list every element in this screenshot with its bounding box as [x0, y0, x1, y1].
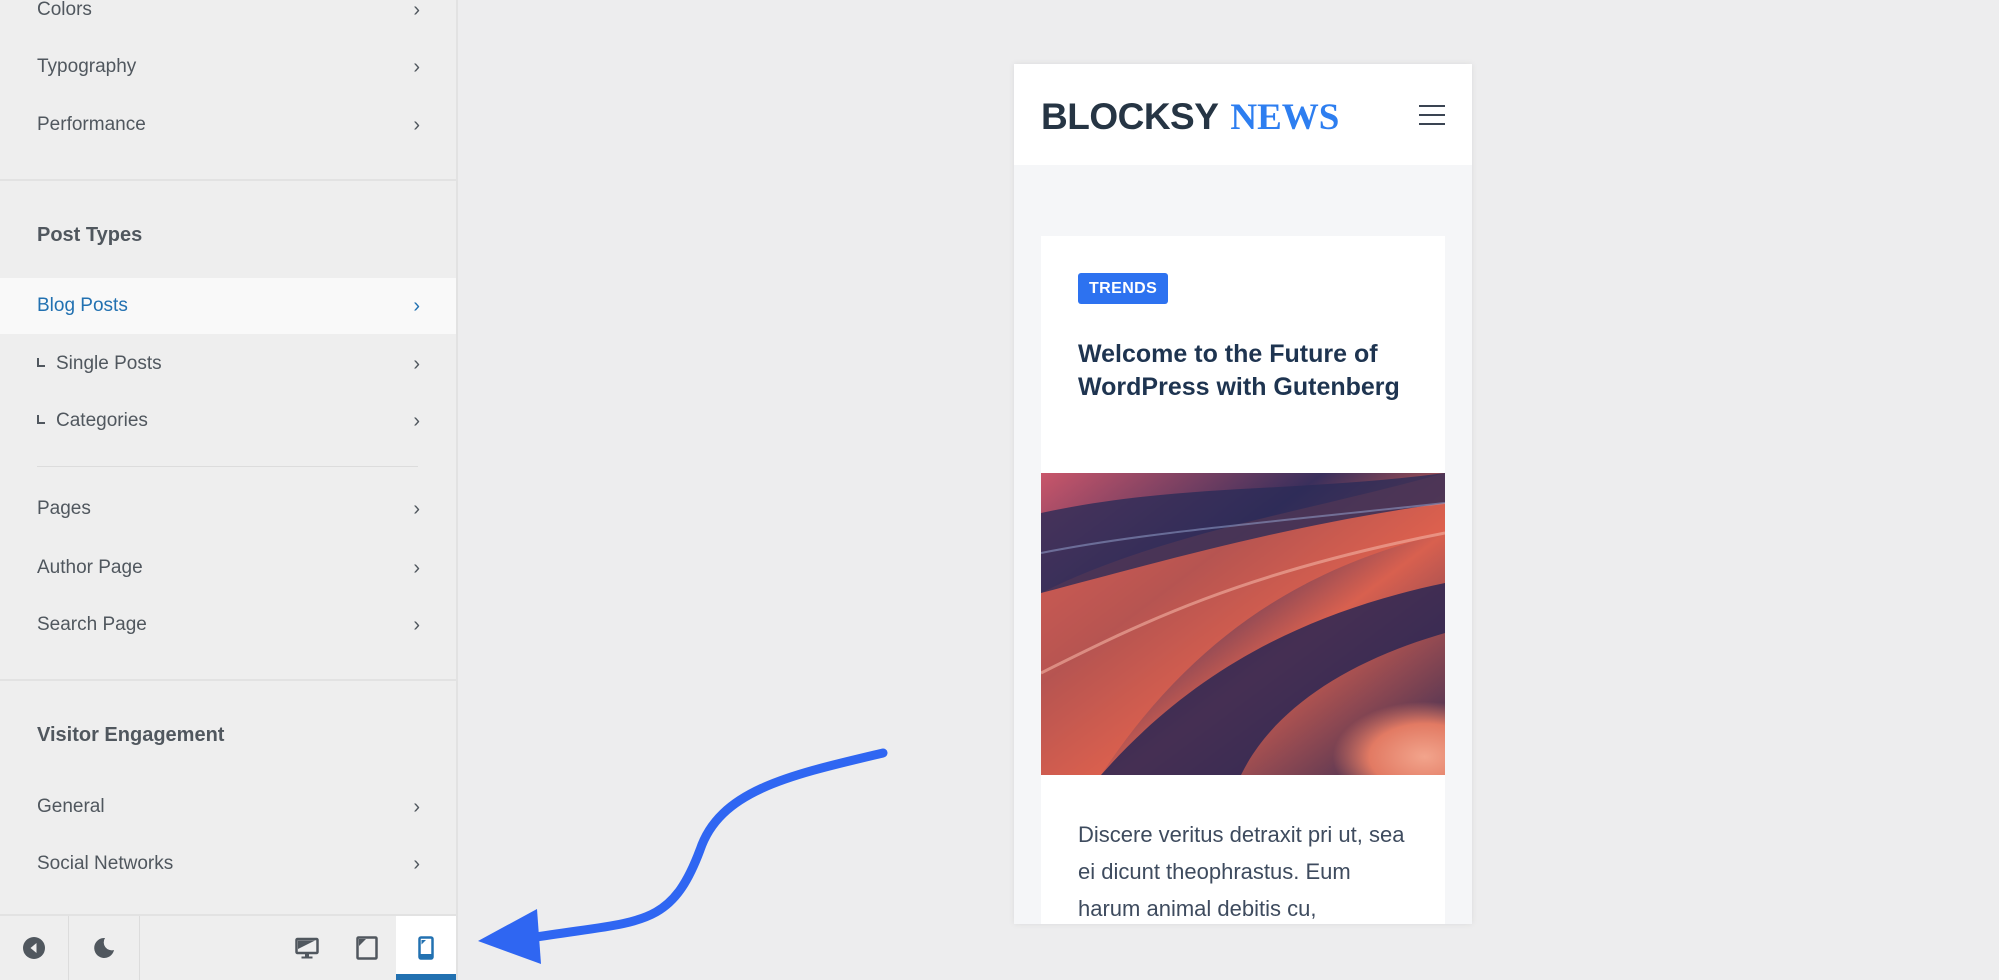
- dark-mode-button[interactable]: [69, 916, 139, 980]
- sidebar-item-colors[interactable]: Colors ›: [0, 0, 456, 38]
- chevron-right-icon: ›: [413, 852, 420, 875]
- menu-icon-line: [1419, 105, 1445, 107]
- chevron-right-icon: ›: [413, 352, 420, 375]
- section-divider: [0, 679, 456, 681]
- sidebar-item-typography[interactable]: Typography ›: [0, 39, 456, 95]
- customizer-footer: [0, 914, 456, 980]
- chevron-right-icon: ›: [413, 795, 420, 818]
- mobile-menu-button[interactable]: [1419, 105, 1445, 125]
- chevron-right-icon: ›: [413, 0, 420, 21]
- sidebar-item-general[interactable]: General ›: [0, 779, 456, 835]
- sidebar-item-label: Pages: [37, 498, 91, 519]
- sidebar-item-label: Search Page: [37, 614, 147, 635]
- sidebar-item-author-page[interactable]: Author Page ›: [0, 540, 456, 596]
- sidebar-item-label: Typography: [37, 56, 137, 77]
- site-header: BLOCKSY NEWS: [1014, 64, 1472, 165]
- chevron-right-icon: ›: [413, 497, 420, 520]
- sidebar-item-label: Single Posts: [56, 353, 162, 374]
- tablet-icon: [356, 936, 378, 960]
- desktop-preview-button[interactable]: [286, 916, 328, 980]
- footer-divider: [139, 916, 140, 980]
- active-device-indicator: [396, 974, 456, 980]
- chevron-right-icon: ›: [413, 613, 420, 636]
- sidebar-item-label: Colors: [37, 0, 92, 20]
- mobile-icon: [418, 936, 434, 960]
- menu-icon-line: [1419, 114, 1445, 116]
- site-preview-mobile: BLOCKSY NEWS TRENDS Welcome to the Future…: [1014, 64, 1472, 924]
- sidebar-item-performance[interactable]: Performance ›: [0, 97, 456, 153]
- sidebar-item-label: Categories: [56, 410, 148, 431]
- sidebar-item-categories[interactable]: Categories ›: [0, 393, 456, 449]
- sidebar-item-label: Blog Posts: [37, 295, 128, 316]
- chevron-right-icon: ›: [413, 113, 420, 136]
- logo-primary: BLOCKSY: [1041, 96, 1219, 137]
- chevron-right-icon: ›: [413, 409, 420, 432]
- section-title-post-types: Post Types: [37, 224, 143, 246]
- chevron-right-icon: ›: [413, 55, 420, 78]
- sidebar-item-social-networks[interactable]: Social Networks ›: [0, 836, 456, 892]
- sidebar-item-label: Social Networks: [37, 853, 174, 874]
- tablet-preview-button[interactable]: [346, 916, 388, 980]
- back-icon: [23, 937, 45, 959]
- logo-secondary: NEWS: [1230, 97, 1340, 138]
- site-logo[interactable]: BLOCKSY NEWS: [1041, 98, 1339, 136]
- mobile-preview-button[interactable]: [396, 916, 456, 980]
- category-badge[interactable]: TRENDS: [1078, 273, 1169, 304]
- section-title-visitor-engagement: Visitor Engagement: [37, 724, 225, 746]
- subitem-corner-icon: [37, 358, 45, 367]
- menu-icon-line: [1419, 123, 1445, 125]
- sidebar-item-label: General: [37, 796, 105, 817]
- sidebar-item-blog-posts[interactable]: Blog Posts ›: [0, 278, 456, 334]
- sidebar-item-search-page[interactable]: Search Page ›: [0, 597, 456, 653]
- sidebar-item-label: Performance: [37, 114, 146, 135]
- collapse-sidebar-button[interactable]: [0, 916, 68, 980]
- post-excerpt: Discere veritus detraxit pri ut, sea ei …: [1078, 822, 1405, 921]
- chevron-right-icon: ›: [413, 294, 420, 317]
- post-featured-image[interactable]: [1041, 473, 1445, 775]
- annotation-arrow-icon: [478, 748, 888, 964]
- sidebar-item-pages[interactable]: Pages ›: [0, 481, 456, 537]
- abstract-paint-image: [1041, 473, 1445, 775]
- post-title[interactable]: Welcome to the Future of WordPress with …: [1078, 338, 1408, 404]
- subitem-corner-icon: [37, 415, 45, 424]
- desktop-icon: [295, 937, 319, 959]
- moon-icon: [94, 937, 114, 958]
- post-card: TRENDS Welcome to the Future of WordPres…: [1041, 236, 1445, 924]
- group-divider: [37, 466, 418, 467]
- sidebar-item-label: Author Page: [37, 557, 143, 578]
- customizer-sidebar: Colors › Typography › Performance › Post…: [0, 0, 458, 980]
- section-divider: [0, 179, 456, 181]
- sidebar-item-single-posts[interactable]: Single Posts ›: [0, 336, 456, 392]
- chevron-right-icon: ›: [413, 556, 420, 579]
